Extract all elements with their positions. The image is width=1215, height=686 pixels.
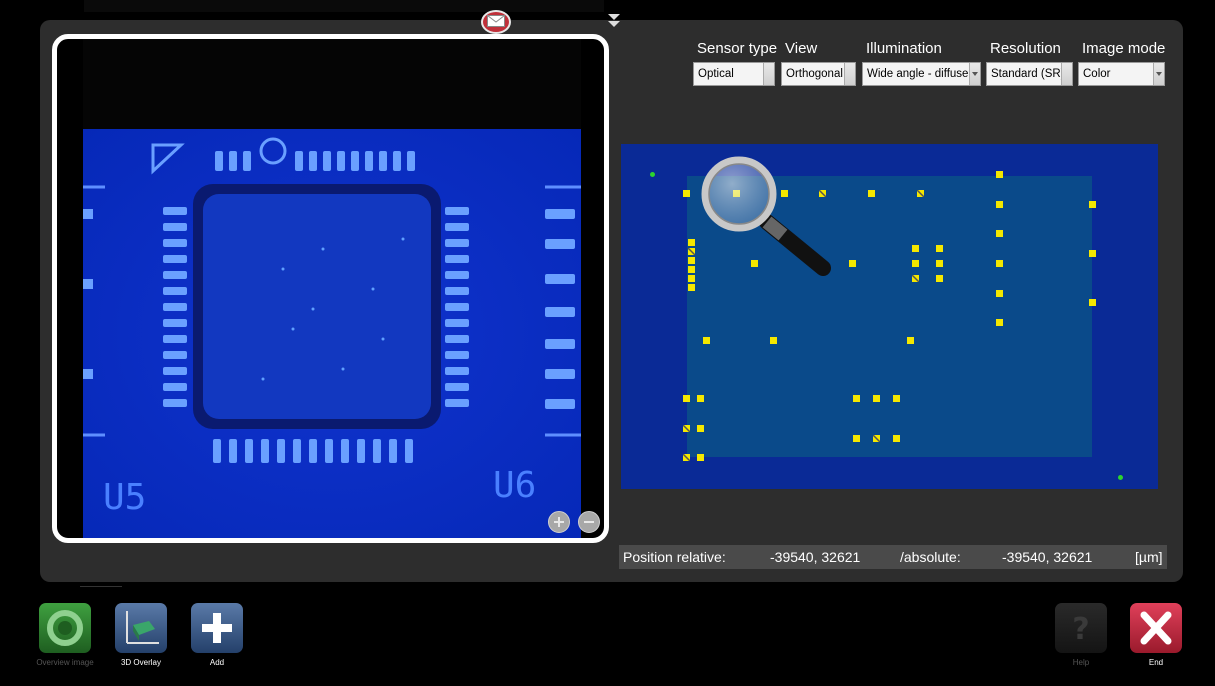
chevron-down-icon[interactable] — [969, 63, 980, 85]
component-pad[interactable] — [688, 266, 695, 273]
sensor-type-value: Optical — [698, 68, 734, 80]
view-select[interactable]: Orthogonal — [781, 62, 856, 86]
component-pad[interactable] — [683, 395, 690, 402]
camera-image: U5 U6 — [83, 39, 581, 538]
component-pad[interactable] — [893, 395, 900, 402]
component-pad[interactable] — [770, 337, 777, 344]
resolution-value: Standard (SR) — [991, 68, 1065, 80]
envelope-icon[interactable] — [481, 10, 511, 34]
component-pad[interactable] — [936, 245, 943, 252]
panel-tab — [80, 586, 122, 597]
overview-image-button[interactable] — [39, 603, 91, 653]
component-pad[interactable] — [936, 260, 943, 267]
relative-position-value: -39540, 32621 — [770, 549, 861, 565]
relative-position-label: Position relative: — [623, 549, 726, 565]
plus-icon — [202, 613, 232, 643]
component-pad[interactable] — [697, 425, 704, 432]
image-mode-value: Color — [1083, 68, 1111, 80]
image-mode-select[interactable]: Color — [1078, 62, 1165, 86]
component-pad[interactable] — [873, 435, 880, 442]
component-pad[interactable] — [996, 290, 1003, 297]
3d-overlay-label: 3D Overlay — [120, 658, 161, 667]
close-icon — [1140, 611, 1172, 645]
illumination-label: Illumination — [866, 40, 942, 57]
overview-image-label: Overview image — [36, 658, 94, 667]
component-pad[interactable] — [996, 260, 1003, 267]
dropdown-button[interactable] — [1061, 63, 1072, 85]
component-pad[interactable] — [683, 425, 690, 432]
absolute-position-label: /absolute: — [900, 549, 961, 565]
fiducial-mark — [650, 172, 655, 177]
3d-overlay-button[interactable] — [115, 603, 167, 653]
chevron-down-icon[interactable] — [1153, 63, 1164, 85]
component-pad[interactable] — [996, 319, 1003, 326]
illumination-select[interactable]: Wide angle - diffuse — [862, 62, 981, 86]
add-label: Add — [209, 658, 225, 667]
component-pad[interactable] — [849, 260, 856, 267]
component-pad[interactable] — [688, 257, 695, 264]
component-pad[interactable] — [853, 435, 860, 442]
position-readout: Position relative: -39540, 32621 /absolu… — [619, 545, 1167, 569]
component-pad[interactable] — [912, 260, 919, 267]
component-pad[interactable] — [873, 395, 880, 402]
component-pad[interactable] — [853, 395, 860, 402]
component-pad[interactable] — [868, 190, 875, 197]
zoom-in-icon[interactable] — [548, 511, 570, 533]
image-mode-label: Image mode — [1082, 40, 1166, 57]
component-pad[interactable] — [703, 337, 710, 344]
top-strip — [84, 0, 604, 12]
dropdown-button[interactable] — [844, 63, 855, 85]
component-pad[interactable] — [893, 435, 900, 442]
camera-view[interactable]: U5 U6 — [52, 34, 609, 543]
component-pad[interactable] — [996, 230, 1003, 237]
absolute-position-value: -39540, 32621 — [1002, 549, 1093, 565]
component-pad[interactable] — [1089, 201, 1096, 208]
component-pad[interactable] — [683, 190, 690, 197]
component-pad[interactable] — [996, 201, 1003, 208]
component-pad[interactable] — [697, 454, 704, 461]
component-pad[interactable] — [912, 275, 919, 282]
resolution-select[interactable]: Standard (SR) — [986, 62, 1073, 86]
component-pad[interactable] — [688, 275, 695, 282]
illumination-value: Wide angle - diffuse — [867, 68, 969, 80]
component-pad[interactable] — [1089, 250, 1096, 257]
sensor-type-select[interactable]: Optical — [693, 62, 775, 86]
component-pad[interactable] — [697, 395, 704, 402]
component-pad[interactable] — [936, 275, 943, 282]
question-mark-icon: ? — [1072, 612, 1089, 647]
silkscreen-u5: U5 — [103, 477, 146, 518]
component-pad[interactable] — [688, 284, 695, 291]
component-pad[interactable] — [912, 245, 919, 252]
svg-text:?: ? — [1072, 612, 1089, 647]
help-button[interactable]: ? — [1055, 603, 1107, 653]
view-label: View — [785, 40, 818, 57]
double-chevron-down-icon[interactable] — [606, 12, 622, 30]
board-map[interactable] — [621, 144, 1158, 489]
end-label: End — [1148, 658, 1164, 667]
component-pad[interactable] — [688, 248, 695, 255]
fiducial-mark — [1118, 475, 1123, 480]
component-pad[interactable] — [907, 337, 914, 344]
add-button[interactable] — [191, 603, 243, 653]
component-pad[interactable] — [996, 171, 1003, 178]
unit-label: [µm] — [1135, 549, 1163, 565]
overview-icon — [47, 610, 83, 646]
component-pad[interactable] — [1089, 299, 1096, 306]
magnifier-icon[interactable] — [699, 156, 839, 286]
silkscreen-u6: U6 — [493, 465, 536, 506]
component-pad[interactable] — [683, 454, 690, 461]
help-label: Help — [1072, 658, 1090, 667]
resolution-label: Resolution — [990, 40, 1061, 57]
sensor-type-label: Sensor type — [697, 40, 778, 57]
view-value: Orthogonal — [786, 68, 843, 80]
component-pad[interactable] — [688, 239, 695, 246]
dropdown-button[interactable] — [763, 63, 774, 85]
3d-chart-icon — [126, 611, 159, 644]
end-button[interactable] — [1130, 603, 1182, 653]
component-pad[interactable] — [917, 190, 924, 197]
zoom-out-icon[interactable] — [578, 511, 600, 533]
